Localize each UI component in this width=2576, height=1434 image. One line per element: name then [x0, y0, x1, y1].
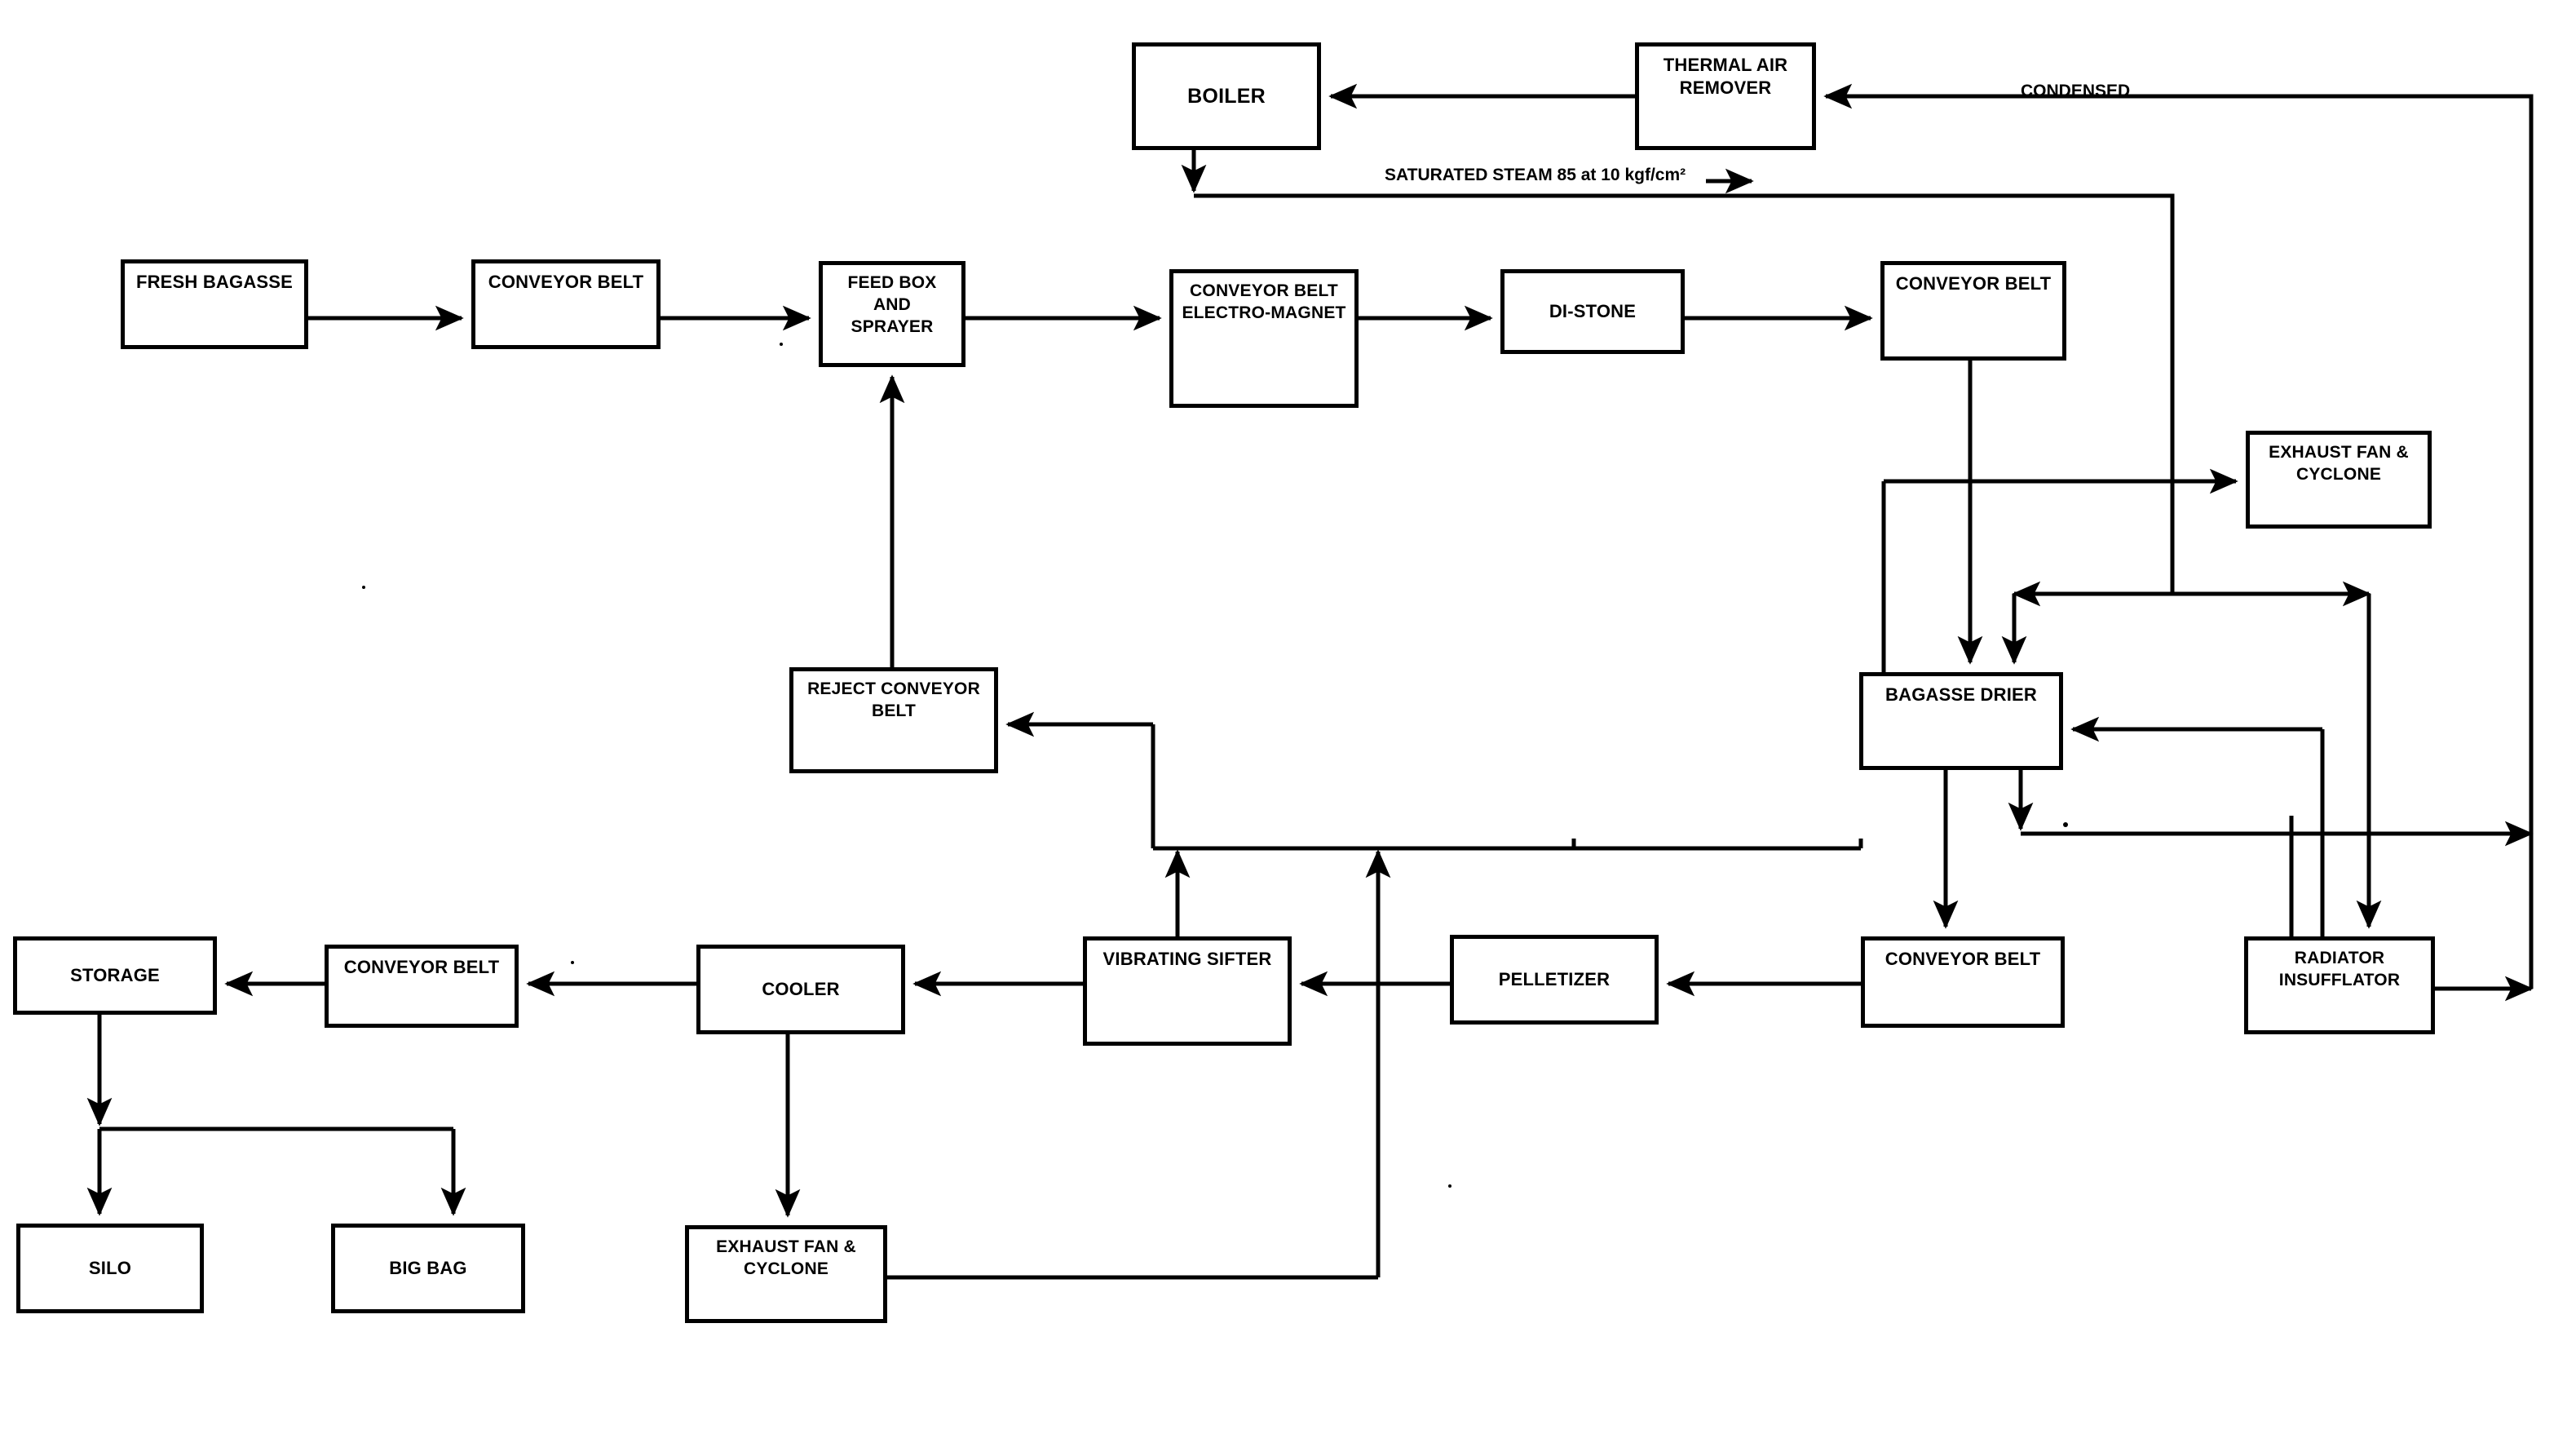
node-boiler[interactable]: BOILER [1132, 42, 1321, 150]
node-storage[interactable]: STORAGE [13, 936, 217, 1015]
scan-speck [362, 586, 365, 589]
node-bagasse-drier[interactable]: BAGASSE DRIER [1859, 672, 2063, 770]
node-conveyor-belt-electro-magnet[interactable]: CONVEYOR BELT ELECTRO-MAGNET [1169, 269, 1359, 408]
node-label: FRESH BAGASSE [135, 272, 294, 292]
node-conveyor-belt-2[interactable]: CONVEYOR BELT [1880, 261, 2066, 361]
node-conveyor-belt-4[interactable]: CONVEYOR BELT [1861, 936, 2065, 1028]
node-feed-box-and-sprayer[interactable]: FEED BOX AND SPRAYER [819, 261, 965, 367]
node-exhaust-fan-cyclone-top[interactable]: EXHAUST FAN & CYCLONE [2246, 431, 2432, 529]
scan-speck [571, 961, 574, 964]
node-cooler[interactable]: COOLER [696, 945, 905, 1034]
node-radiator-insufflator[interactable]: RADIATOR INSUFFLATOR [2244, 936, 2435, 1034]
node-label: EXHAUST FAN & CYCLONE [716, 1237, 856, 1278]
condensed-label: CONDENSED [2021, 82, 2131, 100]
scan-speck [2063, 822, 2068, 827]
node-thermal-air-remover[interactable]: THERMAL AIR REMOVER [1635, 42, 1816, 150]
process-flow-diagram: BOILER THERMAL AIR REMOVER FRESH BAGASSE… [0, 0, 2576, 1434]
node-big-bag[interactable]: BIG BAG [331, 1224, 525, 1313]
node-label: SILO [88, 1257, 132, 1278]
node-label: COOLER [762, 978, 840, 999]
node-silo[interactable]: SILO [16, 1224, 204, 1313]
node-label: BOILER [1187, 85, 1266, 108]
node-label: CONVEYOR BELT [1885, 949, 2041, 969]
node-label: RADIATOR INSUFFLATOR [2278, 949, 2401, 989]
scan-speck [1448, 1184, 1451, 1188]
node-reject-conveyor-belt[interactable]: REJECT CONVEYOR BELT [789, 667, 998, 773]
flow-connectors-layer [86, 83, 2534, 1280]
node-label: REJECT CONVEYOR BELT [807, 679, 980, 720]
node-conveyor-belt-1[interactable]: CONVEYOR BELT [471, 259, 661, 349]
node-label: THERMAL AIR REMOVER [1663, 55, 1788, 99]
node-label: CONVEYOR BELT [343, 957, 500, 977]
edge-condensed-to-thermalair [1823, 83, 2534, 121]
node-vibrating-sifter[interactable]: VIBRATING SIFTER [1083, 936, 1292, 1046]
scan-speck [780, 343, 783, 346]
node-conveyor-belt-3[interactable]: CONVEYOR BELT [325, 945, 519, 1028]
node-label: CONVEYOR BELT [1895, 273, 2052, 294]
node-label: EXHAUST FAN & CYCLONE [2269, 443, 2409, 484]
node-di-stone[interactable]: DI-STONE [1500, 269, 1685, 354]
node-label: BAGASSE DRIER [1885, 684, 2037, 705]
node-label: BIG BAG [389, 1257, 467, 1278]
node-label: DI-STONE [1549, 300, 1637, 321]
node-pelletizer[interactable]: PELLETIZER [1450, 935, 1659, 1025]
node-label: CONVEYOR BELT [488, 272, 644, 292]
node-label: PELLETIZER [1498, 968, 1611, 989]
node-label: CONVEYOR BELT ELECTRO-MAGNET [1182, 281, 1346, 322]
saturated-steam-label: SATURATED STEAM 85 at 10 kgf/cm² [1385, 166, 1686, 184]
node-label: VIBRATING SIFTER [1102, 949, 1272, 969]
node-label: FEED BOX AND SPRAYER [847, 273, 937, 336]
node-fresh-bagasse[interactable]: FRESH BAGASSE [121, 259, 308, 349]
node-exhaust-fan-cyclone-bottom[interactable]: EXHAUST FAN & CYCLONE [685, 1225, 887, 1323]
node-label: STORAGE [70, 964, 160, 985]
